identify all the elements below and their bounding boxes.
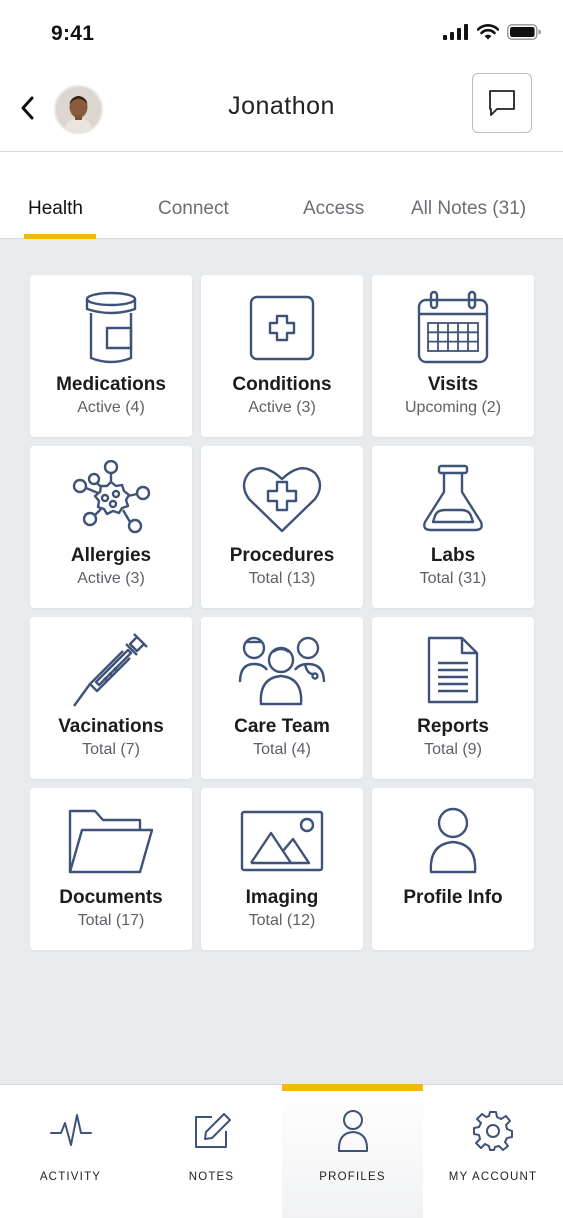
card-imaging[interactable]: Imaging Total (12) xyxy=(201,788,363,950)
nav-activity[interactable]: ACTIVITY xyxy=(0,1085,141,1218)
care-team-icon xyxy=(201,631,363,709)
wifi-icon xyxy=(477,24,499,40)
card-count: Total (12) xyxy=(248,912,316,929)
health-category-grid: Medications Active (4) Conditions Active… xyxy=(30,275,534,950)
medical-cross-icon xyxy=(201,289,363,367)
card-label: Reports xyxy=(417,716,489,737)
status-time: 9:41 xyxy=(51,22,95,45)
cellular-signal-icon xyxy=(443,24,468,40)
edit-note-icon xyxy=(141,1109,282,1153)
card-label: Documents xyxy=(59,887,163,908)
nav-profiles[interactable]: PROFILES xyxy=(282,1084,423,1218)
pill-bottle-icon xyxy=(30,289,192,367)
profile-header: Jonathon xyxy=(0,66,563,152)
active-nav-indicator xyxy=(282,1084,423,1091)
card-count: Total (9) xyxy=(424,741,482,758)
profile-tabs: Health Connect Access All Notes (31) xyxy=(0,152,563,240)
avatar[interactable] xyxy=(54,85,103,134)
nav-label: MY ACCOUNT xyxy=(448,1171,538,1183)
card-profile-info[interactable]: Profile Info xyxy=(372,788,534,950)
pulse-icon xyxy=(0,1109,141,1153)
folder-icon xyxy=(30,802,192,880)
tab-access[interactable]: Access xyxy=(303,198,364,220)
nav-label: PROFILES xyxy=(319,1171,386,1183)
card-documents[interactable]: Documents Total (17) xyxy=(30,788,192,950)
chevron-left-icon xyxy=(21,96,34,120)
card-visits[interactable]: Visits Upcoming (2) xyxy=(372,275,534,437)
card-count: Active (3) xyxy=(77,570,145,587)
card-label: Imaging xyxy=(245,887,319,908)
status-icons xyxy=(443,24,541,40)
card-procedures[interactable]: Procedures Total (13) xyxy=(201,446,363,608)
nav-notes[interactable]: NOTES xyxy=(141,1085,282,1218)
back-button[interactable] xyxy=(14,92,42,124)
health-content: Medications Active (4) Conditions Active… xyxy=(0,239,563,1084)
image-icon xyxy=(201,802,363,880)
card-label: Procedures xyxy=(229,545,335,566)
card-count: Total (7) xyxy=(82,741,140,758)
card-label: Conditions xyxy=(232,374,332,395)
card-vacinations[interactable]: Vacinations Total (7) xyxy=(30,617,192,779)
card-count: Active (4) xyxy=(77,399,145,416)
card-reports[interactable]: Reports Total (9) xyxy=(372,617,534,779)
card-count: Active (3) xyxy=(248,399,316,416)
card-label: Visits xyxy=(427,374,479,395)
card-label: Allergies xyxy=(70,545,152,566)
nav-label: ACTIVITY xyxy=(39,1171,102,1183)
chat-bubble-icon xyxy=(489,90,515,116)
message-button[interactable] xyxy=(472,73,532,133)
tab-all-notes[interactable]: All Notes (31) xyxy=(411,198,526,220)
card-count: Upcoming (2) xyxy=(404,399,502,416)
card-medications[interactable]: Medications Active (4) xyxy=(30,275,192,437)
gear-icon xyxy=(423,1109,563,1153)
card-count: Total (13) xyxy=(248,570,316,587)
tab-health[interactable]: Health xyxy=(28,198,83,220)
avatar-portrait xyxy=(56,87,101,132)
card-label: Labs xyxy=(430,545,476,566)
card-label: Care Team xyxy=(234,716,330,737)
heart-cross-icon xyxy=(201,460,363,538)
nav-my-account[interactable]: MY ACCOUNT xyxy=(423,1085,563,1218)
card-conditions[interactable]: Conditions Active (3) xyxy=(201,275,363,437)
card-label: Profile Info xyxy=(403,887,503,908)
card-count: Total (4) xyxy=(253,741,311,758)
card-care-team[interactable]: Care Team Total (4) xyxy=(201,617,363,779)
document-icon xyxy=(372,631,534,709)
card-label: Vacinations xyxy=(58,716,164,737)
person-icon xyxy=(372,802,534,880)
flask-icon xyxy=(372,460,534,538)
card-count: Total (17) xyxy=(77,912,145,929)
battery-icon xyxy=(507,24,541,40)
syringe-icon xyxy=(30,631,192,709)
card-allergies[interactable]: Allergies Active (3) xyxy=(30,446,192,608)
allergen-icon xyxy=(30,460,192,538)
status-bar: 9:41 xyxy=(0,0,563,66)
bottom-navigation: ACTIVITY NOTES PROFILES MY ACCOUNT xyxy=(0,1084,563,1218)
card-labs[interactable]: Labs Total (31) xyxy=(372,446,534,608)
card-count: Total (31) xyxy=(419,570,487,587)
nav-label: NOTES xyxy=(188,1171,235,1183)
tab-connect[interactable]: Connect xyxy=(158,198,229,220)
calendar-icon xyxy=(372,289,534,367)
person-icon xyxy=(282,1109,423,1153)
card-label: Medications xyxy=(56,374,166,395)
